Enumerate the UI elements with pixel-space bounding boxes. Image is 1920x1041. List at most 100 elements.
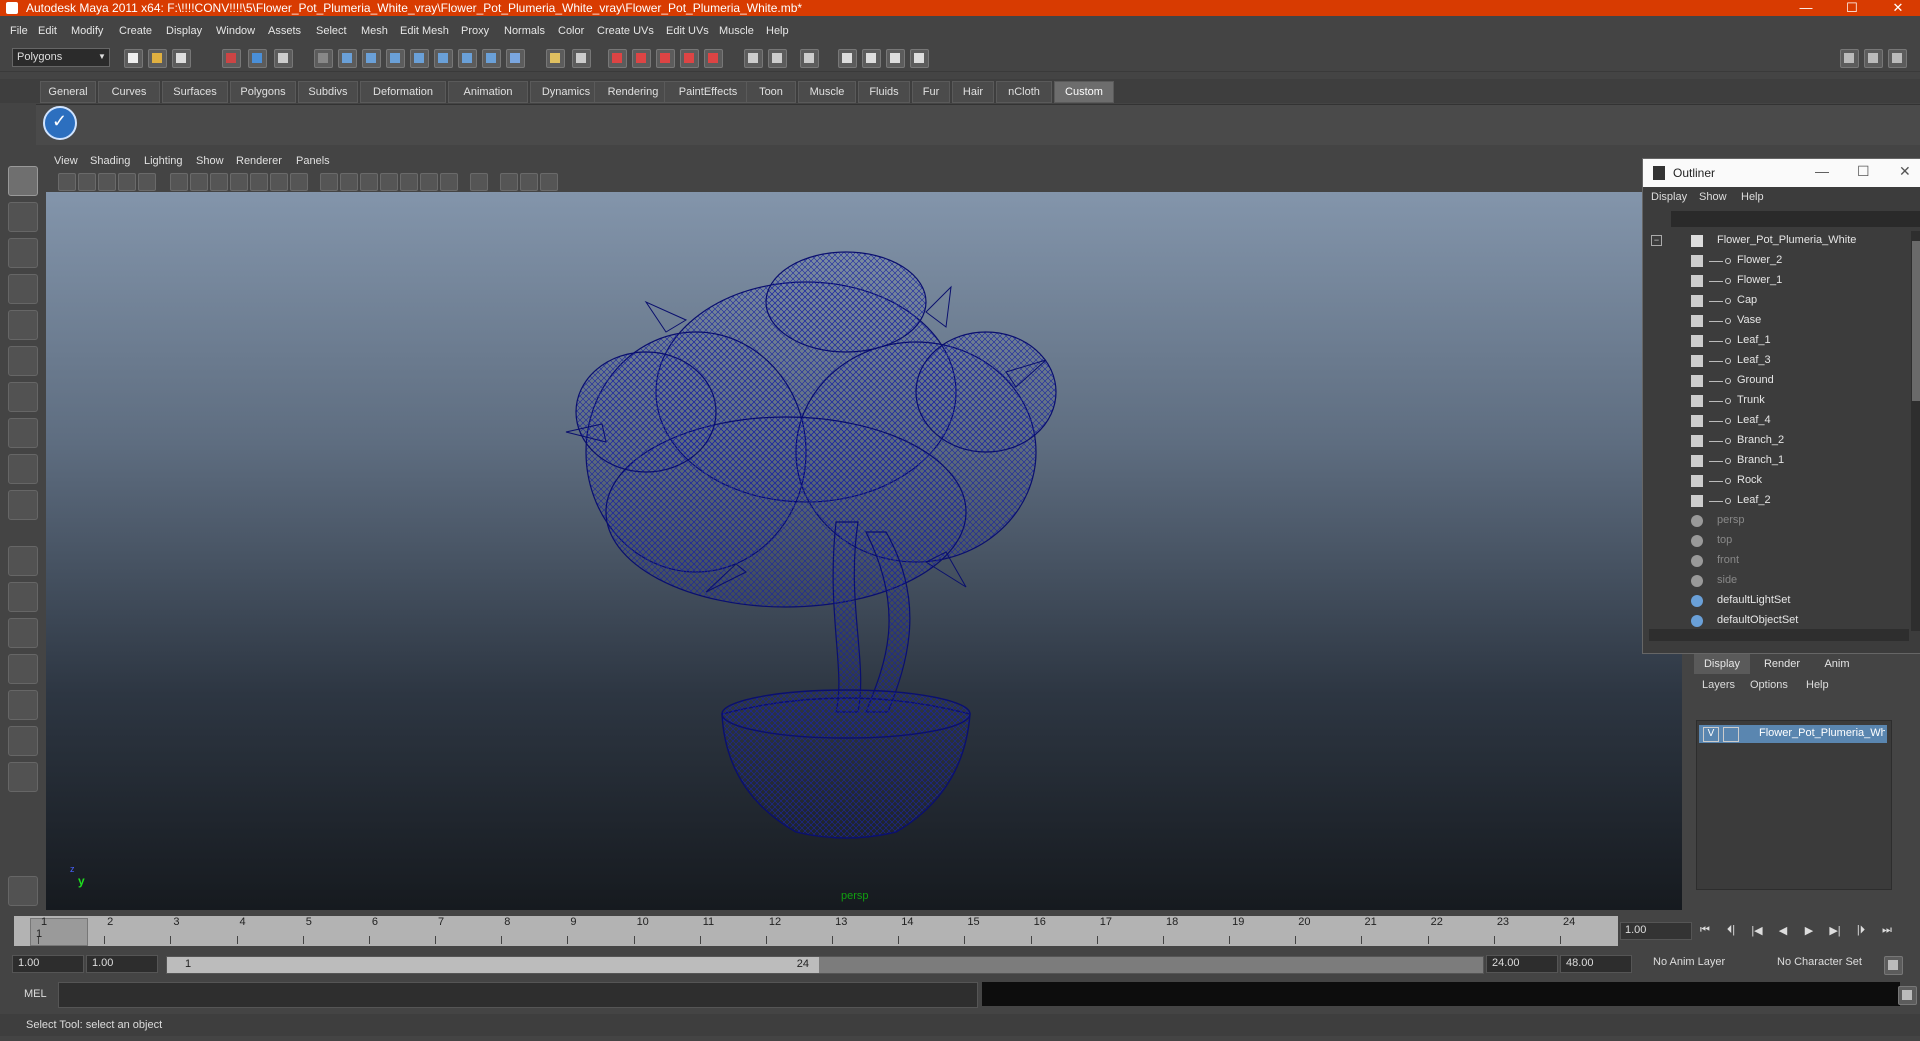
- render-settings-icon[interactable]: [910, 49, 929, 68]
- outliner-item[interactable]: Flower_1: [1643, 271, 1911, 291]
- hypershade-layout-icon[interactable]: [8, 690, 38, 720]
- isolate-select-icon[interactable]: [470, 173, 488, 191]
- menu-help[interactable]: Help: [766, 25, 789, 37]
- film-gate-icon[interactable]: [190, 173, 208, 191]
- lock-selection-icon[interactable]: [546, 49, 565, 68]
- outliner-item[interactable]: Leaf_3: [1643, 351, 1911, 371]
- viewport-menu-show[interactable]: Show: [196, 155, 224, 167]
- select-component-icon[interactable]: [274, 49, 293, 68]
- menu-set-selector[interactable]: Polygons ▼: [12, 48, 110, 67]
- playback-range-slider[interactable]: 1 24: [166, 956, 1484, 974]
- menu-color[interactable]: Color: [558, 25, 584, 37]
- default-light-icon[interactable]: [400, 173, 418, 191]
- select-tool-icon[interactable]: [8, 166, 38, 196]
- select-joints-icon[interactable]: [338, 49, 357, 68]
- outliner-item[interactable]: Branch_1: [1643, 451, 1911, 471]
- render-view-icon[interactable]: [838, 49, 857, 68]
- outliner-menu-show[interactable]: Show: [1699, 191, 1727, 203]
- shelf-tab-curves[interactable]: Curves: [98, 81, 160, 103]
- layer-tab-display[interactable]: Display: [1694, 654, 1750, 674]
- layer-visibility-toggle[interactable]: V: [1703, 727, 1719, 742]
- step-back-key-icon[interactable]: |◀: [1748, 924, 1766, 938]
- command-input[interactable]: [58, 982, 978, 1008]
- shelf-tab-general[interactable]: General: [40, 81, 96, 103]
- field-chart-icon[interactable]: [250, 173, 268, 191]
- checkmark-shelf-icon[interactable]: [43, 106, 77, 140]
- snap-to-points-icon[interactable]: [656, 49, 675, 68]
- xray-joints-icon[interactable]: [520, 173, 538, 191]
- ipr-render-icon[interactable]: [886, 49, 905, 68]
- outliner-item-camera[interactable]: top: [1643, 531, 1911, 551]
- layout-options-icon[interactable]: [8, 762, 38, 792]
- select-by-handle-icon[interactable]: [314, 49, 333, 68]
- viewport-menu-lighting[interactable]: Lighting: [144, 155, 183, 167]
- outliner-item-root[interactable]: − Flower_Pot_Plumeria_White: [1643, 231, 1911, 251]
- menu-create[interactable]: Create: [119, 25, 152, 37]
- four-pane-layout-icon[interactable]: [8, 582, 38, 612]
- outliner-item[interactable]: Flower_2: [1643, 251, 1911, 271]
- animation-end-field[interactable]: 48.00: [1560, 955, 1632, 973]
- close-button[interactable]: ✕: [1878, 0, 1918, 16]
- outliner-item[interactable]: Branch_2: [1643, 431, 1911, 451]
- input-ops-icon[interactable]: [744, 49, 763, 68]
- grease-pencil-icon[interactable]: [138, 173, 156, 191]
- go-to-start-icon[interactable]: ⏮: [1696, 924, 1714, 938]
- snap-to-view-planes-icon[interactable]: [680, 49, 699, 68]
- range-handle[interactable]: 1 24: [167, 957, 819, 973]
- resolution-gate-icon[interactable]: [210, 173, 228, 191]
- outliner-filter-input[interactable]: [1671, 211, 1920, 227]
- image-plane-icon[interactable]: [98, 173, 116, 191]
- single-pane-layout-icon[interactable]: [8, 546, 38, 576]
- layer-menu-help[interactable]: Help: [1806, 679, 1829, 691]
- all-lights-icon[interactable]: [420, 173, 438, 191]
- select-deformations-icon[interactable]: [410, 49, 429, 68]
- outliner-item[interactable]: Leaf_4: [1643, 411, 1911, 431]
- outliner-menu-help[interactable]: Help: [1741, 191, 1764, 203]
- menu-window[interactable]: Window: [216, 25, 255, 37]
- persp-graph-layout-icon[interactable]: [8, 654, 38, 684]
- menu-select[interactable]: Select: [316, 25, 347, 37]
- open-scene-icon[interactable]: [148, 49, 167, 68]
- step-forward-key-icon[interactable]: ▶|: [1826, 924, 1844, 938]
- shelf-tab-ncloth[interactable]: nCloth: [996, 81, 1052, 103]
- outliner-item[interactable]: Rock: [1643, 471, 1911, 491]
- attribute-editor-toggle-icon[interactable]: [1840, 49, 1859, 68]
- output-ops-icon[interactable]: [768, 49, 787, 68]
- channel-box-toggle-icon[interactable]: [1888, 49, 1907, 68]
- outliner-item-camera[interactable]: persp: [1643, 511, 1911, 531]
- animation-start-field[interactable]: 1.00: [12, 955, 84, 973]
- textured-icon[interactable]: [380, 173, 398, 191]
- manipulator-tool-icon[interactable]: [8, 382, 38, 412]
- go-to-end-icon[interactable]: ⏭: [1878, 924, 1896, 938]
- select-rendering-icon[interactable]: [458, 49, 477, 68]
- shelf-tab-custom[interactable]: Custom: [1054, 81, 1114, 103]
- wireframe-shading-icon[interactable]: [320, 173, 338, 191]
- select-dynamics-icon[interactable]: [434, 49, 453, 68]
- outliner-item-set[interactable]: defaultObjectSet: [1643, 611, 1911, 631]
- viewport-menu-renderer[interactable]: Renderer: [236, 155, 282, 167]
- shelf-tab-fur[interactable]: Fur: [912, 81, 950, 103]
- outliner-horizontal-scrollbar[interactable]: [1649, 629, 1909, 641]
- layer-tab-anim[interactable]: Anim: [1814, 654, 1860, 674]
- script-editor-icon[interactable]: [1898, 986, 1917, 1005]
- shelf-tab-muscle[interactable]: Muscle: [798, 81, 856, 103]
- outliner-menu-display[interactable]: Display: [1651, 191, 1687, 203]
- gate-mask-icon[interactable]: [230, 173, 248, 191]
- outliner-item[interactable]: Cap: [1643, 291, 1911, 311]
- outliner-item[interactable]: Leaf_1: [1643, 331, 1911, 351]
- soft-modification-tool-icon[interactable]: [8, 418, 38, 448]
- play-forwards-icon[interactable]: ▶: [1800, 924, 1818, 938]
- anim-layer-selector[interactable]: No Anim Layer: [1648, 955, 1758, 971]
- two-d-pan-zoom-icon[interactable]: [118, 173, 136, 191]
- layer-menu-options[interactable]: Options: [1750, 679, 1788, 691]
- maximize-button[interactable]: ☐: [1832, 0, 1872, 16]
- new-scene-icon[interactable]: [124, 49, 143, 68]
- outliner-item[interactable]: Ground: [1643, 371, 1911, 391]
- menu-assets[interactable]: Assets: [268, 25, 301, 37]
- shelf-tab-rendering[interactable]: Rendering: [594, 81, 672, 103]
- play-backwards-icon[interactable]: ◀: [1774, 924, 1792, 938]
- shelf-tab-surfaces[interactable]: Surfaces: [162, 81, 228, 103]
- render-current-frame-icon[interactable]: [862, 49, 881, 68]
- command-language-label[interactable]: MEL: [24, 988, 47, 1000]
- motion-trail-icon[interactable]: [540, 173, 558, 191]
